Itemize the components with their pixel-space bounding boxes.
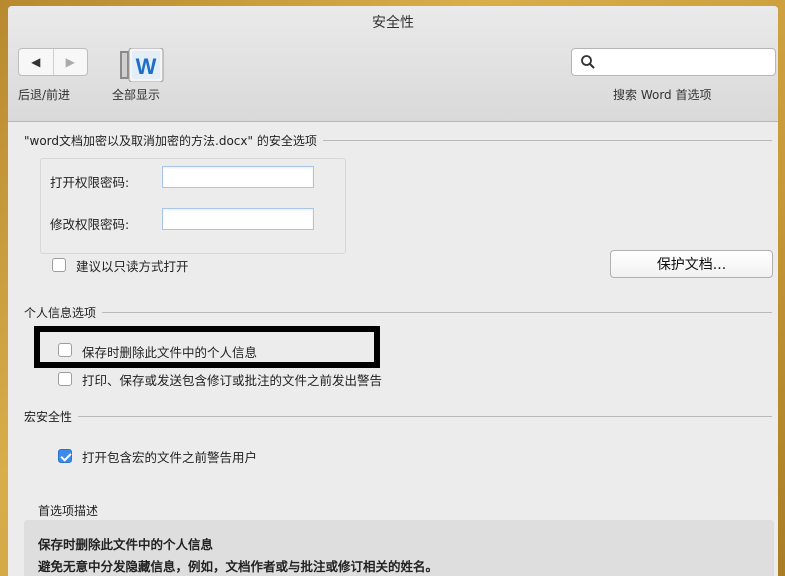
macro-security-heading-text: 宏安全性	[24, 410, 73, 424]
highlight-annotation-box	[34, 326, 380, 368]
preferences-window: 安全性 ◀ ▶ 后退/前进 W 全部显示 搜索 Word 首选项 "word文档…	[8, 6, 778, 576]
open-password-label: 打开权限密码:	[50, 175, 130, 190]
document-security-heading: "word文档加密以及取消加密的方法.docx" 的安全选项	[24, 132, 772, 149]
svg-text:W: W	[136, 54, 157, 79]
back-button[interactable]: ◀	[19, 49, 53, 75]
back-forward-buttons: ◀ ▶	[18, 48, 88, 76]
word-app-icon: W	[120, 47, 164, 83]
search-icon	[581, 55, 595, 69]
search-input[interactable]	[600, 52, 770, 72]
section-divider	[102, 312, 772, 313]
modify-password-label: 修改权限密码:	[50, 217, 130, 232]
show-all-label: 全部显示	[112, 88, 161, 102]
back-forward-label: 后退/前进	[18, 88, 71, 102]
window-title: 安全性	[372, 15, 414, 31]
back-arrow-icon: ◀	[31, 55, 41, 69]
macro-security-heading: 宏安全性	[24, 408, 772, 425]
show-all-button[interactable]: W	[120, 47, 168, 83]
description-text: 避免无意中分发隐藏信息，例如，文档作者或与批注或修订相关的姓名。	[38, 559, 439, 574]
toolbar: 安全性 ◀ ▶ 后退/前进 W 全部显示 搜索 Word 首选项	[8, 6, 778, 122]
section-divider	[78, 416, 772, 417]
macro-warning-checkbox[interactable]	[58, 449, 72, 463]
macro-warning-label: 打开包含宏的文件之前警告用户	[82, 450, 258, 465]
section-divider	[322, 140, 772, 141]
forward-arrow-icon: ▶	[65, 55, 75, 69]
open-password-field[interactable]	[162, 166, 314, 188]
read-only-checkbox[interactable]	[52, 258, 66, 272]
privacy-heading-text: 个人信息选项	[24, 306, 97, 320]
description-heading: 首选项描述	[38, 504, 99, 518]
search-label: 搜索 Word 首选项	[613, 88, 712, 102]
description-title: 保存时删除此文件中的个人信息	[38, 537, 214, 552]
document-security-heading-text: "word文档加密以及取消加密的方法.docx" 的安全选项	[24, 134, 317, 148]
read-only-label: 建议以只读方式打开	[76, 259, 189, 274]
warn-before-send-label: 打印、保存或发送包含修订或批注的文件之前发出警告	[82, 373, 383, 388]
modify-password-field[interactable]	[162, 208, 314, 230]
protect-document-button[interactable]: 保护文档...	[610, 250, 773, 278]
warn-before-send-checkbox[interactable]	[58, 372, 72, 386]
forward-button[interactable]: ▶	[52, 49, 88, 75]
privacy-heading: 个人信息选项	[24, 304, 772, 321]
search-box	[571, 48, 776, 76]
